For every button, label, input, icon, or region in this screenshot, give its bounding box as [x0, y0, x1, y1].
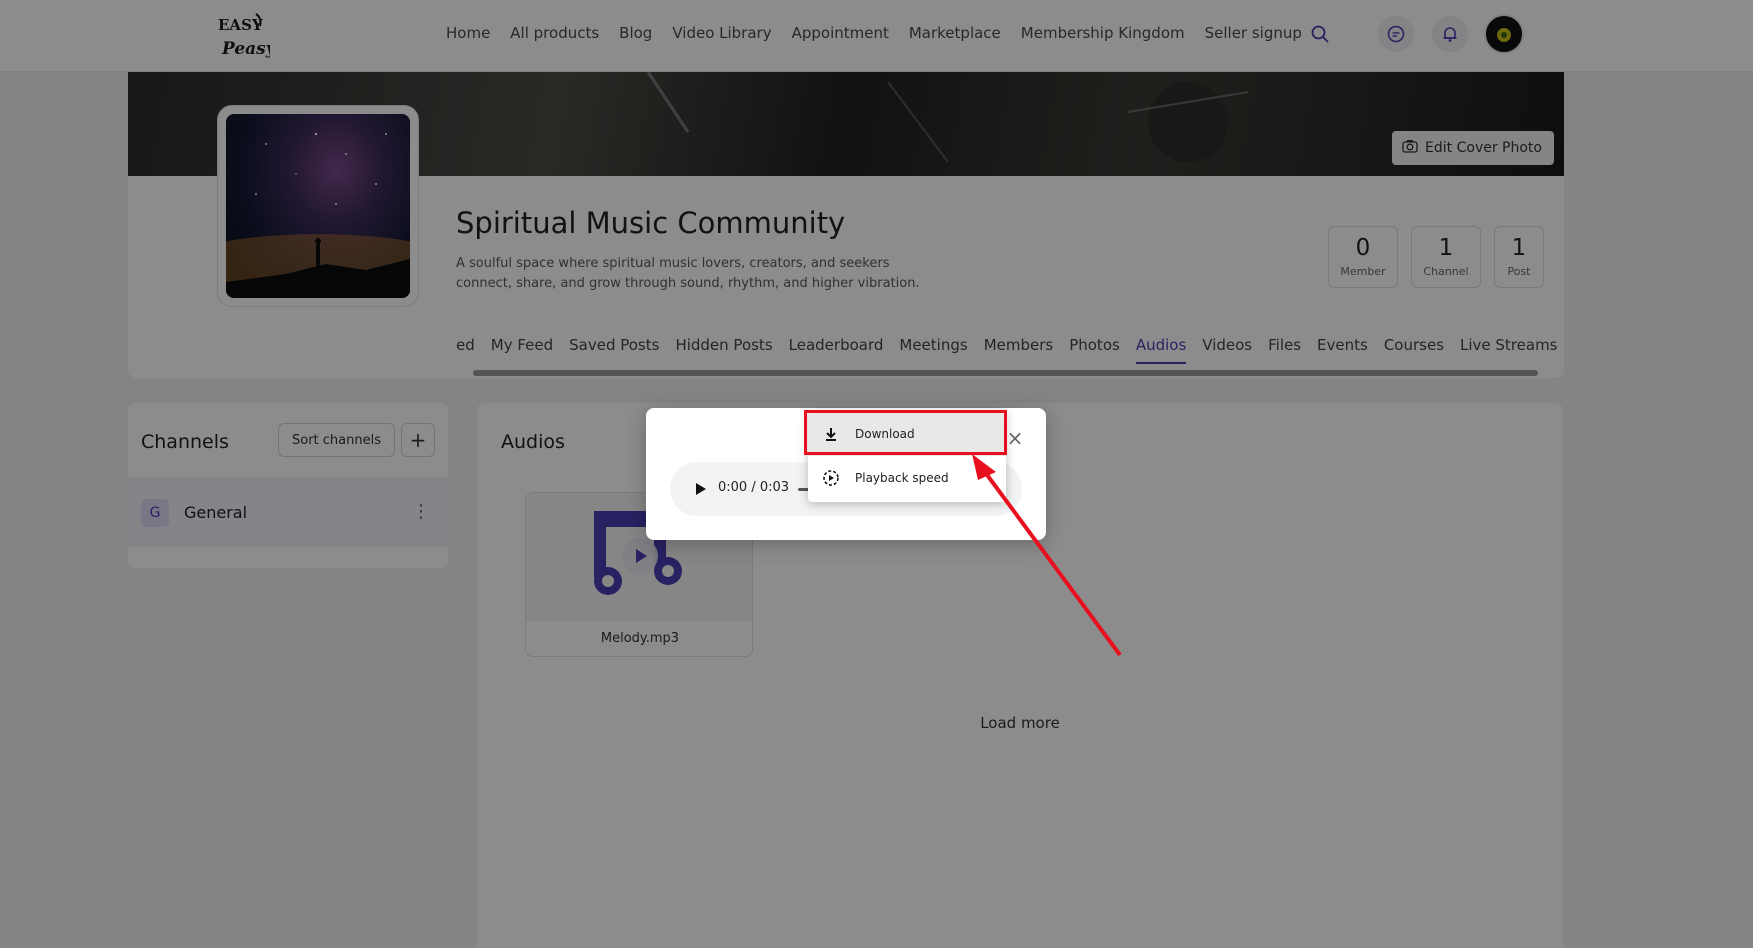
- audio-time: 0:00 / 0:03: [718, 480, 790, 495]
- annotation-arrow-icon: [972, 454, 1122, 657]
- playback-speed-icon: [822, 469, 840, 487]
- download-highlight-box: [804, 410, 1007, 455]
- playback-speed-label: Playback speed: [855, 471, 949, 485]
- close-icon[interactable]: ×: [1005, 428, 1025, 448]
- play-icon[interactable]: [690, 479, 710, 499]
